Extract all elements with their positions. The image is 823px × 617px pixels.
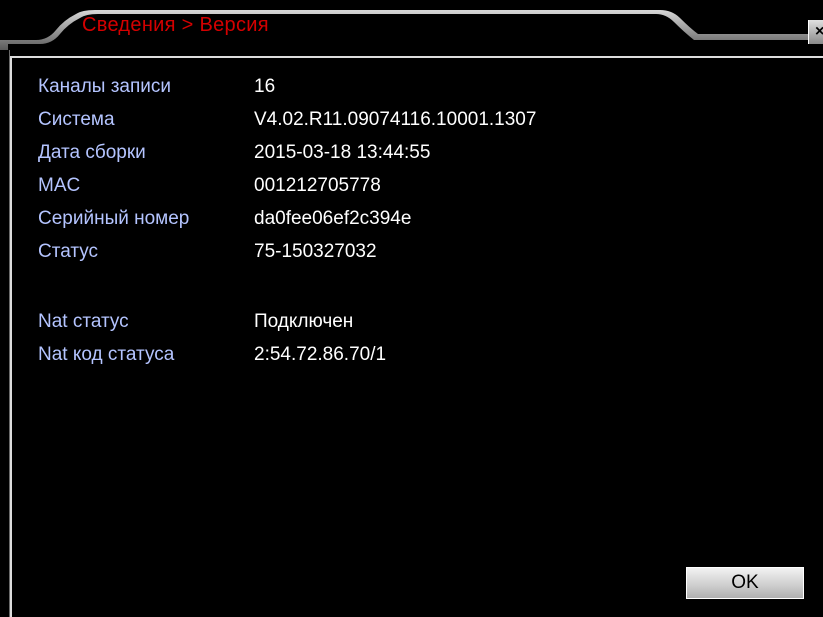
system-label: Система xyxy=(38,109,115,130)
ok-button[interactable]: OK xyxy=(686,567,804,599)
close-icon: × xyxy=(815,23,823,40)
status-value: 75-150327032 xyxy=(254,241,377,262)
status-label: Статус xyxy=(38,241,99,262)
system-value: V4.02.R11.09074116.10001.1307 xyxy=(254,109,537,130)
window-title: Сведения > Версия xyxy=(82,14,269,36)
record-channels-value: 16 xyxy=(254,76,276,97)
title-bar: Сведения > Версия × xyxy=(0,0,823,50)
nat-status-label: Nat статус xyxy=(38,311,129,332)
nat-status-value: Подключен xyxy=(254,311,354,332)
serial-number-value: da0fee06ef2c394e xyxy=(254,208,412,229)
version-info-window: Сведения > Версия × Каналы записи 16 Сис… xyxy=(0,0,823,617)
record-channels-label: Каналы записи xyxy=(38,76,172,97)
build-date-value: 2015-03-18 13:44:55 xyxy=(254,142,431,163)
serial-number-label: Серийный номер xyxy=(38,208,190,229)
mac-value: 001212705778 xyxy=(254,175,381,196)
nat-status-code-label: Nat код статуса xyxy=(38,344,175,365)
mac-label: MAC xyxy=(38,175,81,196)
close-button[interactable]: × xyxy=(808,20,823,44)
nat-status-code-value: 2:54.72.86.70/1 xyxy=(254,344,387,365)
window-left-border xyxy=(0,50,10,617)
build-date-label: Дата сборки xyxy=(38,142,146,163)
content-panel xyxy=(10,56,823,617)
